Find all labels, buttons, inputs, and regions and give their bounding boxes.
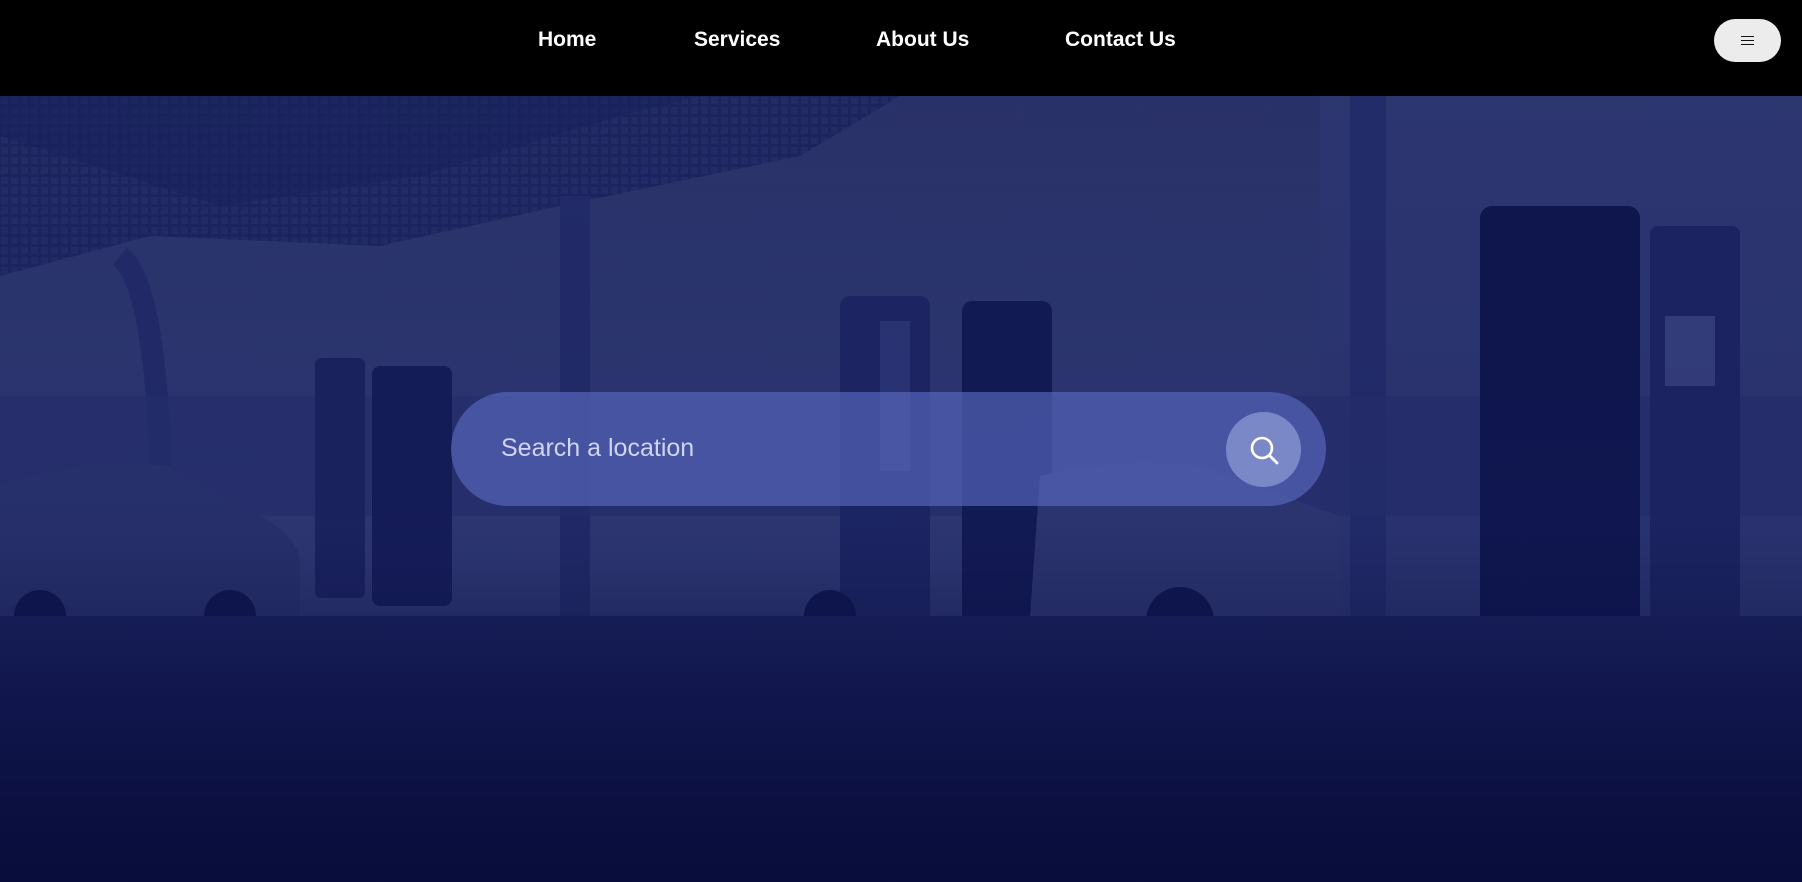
nav-link-contact-us[interactable]: Contact Us <box>1065 27 1176 53</box>
location-search-input[interactable] <box>501 426 1181 470</box>
top-navbar: Home Services About Us Contact Us <box>0 0 1802 96</box>
menu-button[interactable] <box>1714 19 1781 62</box>
page: Home Services About Us Contact Us <box>0 0 1802 882</box>
main-nav: Home Services About Us Contact Us <box>0 0 1802 80</box>
nav-link-services[interactable]: Services <box>694 27 780 53</box>
search-icon <box>1250 436 1278 464</box>
nav-link-about-us[interactable]: About Us <box>876 27 969 53</box>
hamburger-icon <box>1741 35 1754 46</box>
location-search-bar <box>451 392 1326 506</box>
search-button[interactable] <box>1226 412 1301 487</box>
nav-link-home[interactable]: Home <box>538 27 596 53</box>
